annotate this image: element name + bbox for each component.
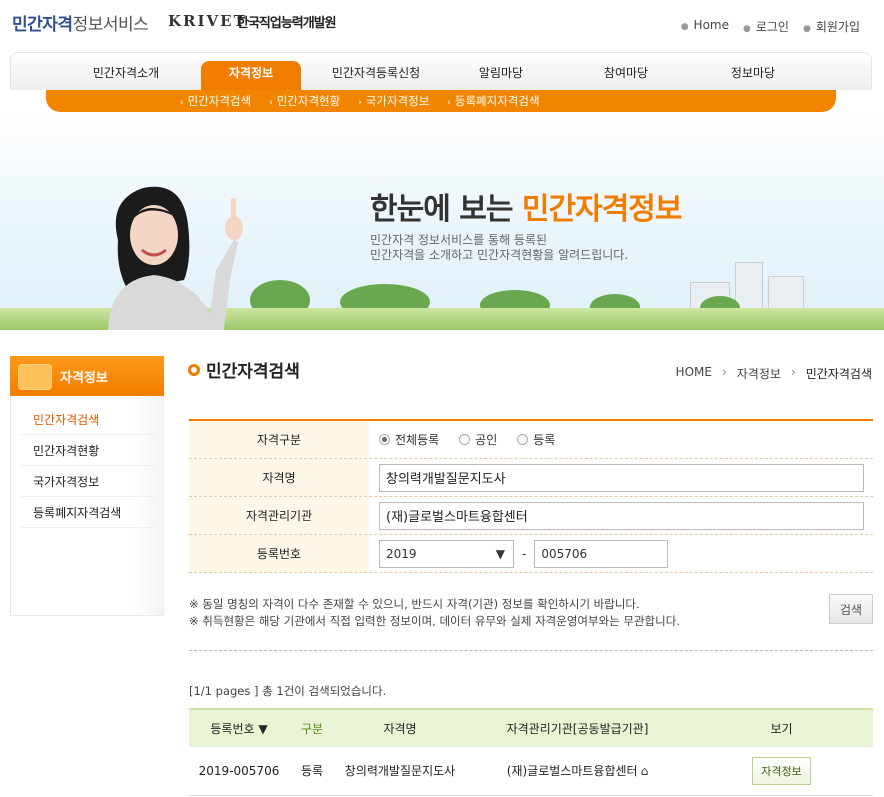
- name-label: 자격명: [189, 459, 369, 496]
- breadcrumb: HOME › 자격정보 › 민간자격검색: [676, 365, 872, 382]
- radio-accredited[interactable]: 공인: [459, 431, 497, 448]
- radio-all[interactable]: 전체등록: [379, 431, 439, 448]
- search-button[interactable]: 검색: [829, 594, 873, 624]
- cell-reg-no: 2019-005706: [189, 747, 289, 796]
- chevron-right-icon: ›: [447, 98, 451, 108]
- table-row: 2019-005706 등록 창의력개발질문지도사 (재)글로벌스마트융합센터 ⌂…: [189, 747, 873, 796]
- col-reg-no[interactable]: 등록번호 ▼: [189, 708, 289, 747]
- radio-icon: [517, 434, 529, 445]
- sidebar-item-abolished[interactable]: 등록폐지자격검색: [21, 497, 153, 528]
- cell-name[interactable]: 창의력개발질문지도사: [335, 747, 465, 796]
- org-label: 자격관리기관: [189, 497, 369, 534]
- caret-down-icon: ▼: [495, 546, 505, 561]
- subnav-item-abolished[interactable]: › 등록폐지자격검색: [447, 93, 539, 109]
- reg-label: 등록번호: [189, 535, 369, 572]
- nav-item-register[interactable]: 민간자격등록신청: [316, 64, 436, 81]
- subnav-item-national[interactable]: › 국가자격정보: [358, 93, 429, 109]
- sub-nav: › 민간자격검색 › 민간자격현황 › 국가자격정보 › 등록폐지자격검색: [46, 90, 836, 112]
- bullet-icon: ●: [742, 24, 751, 34]
- banner-title: 한눈에 보는 민간자격정보: [370, 192, 683, 227]
- org-input[interactable]: (재)글로벌스마트융합센터: [379, 501, 864, 530]
- org-name: 한국직업능력개발원: [237, 16, 337, 31]
- divider: [189, 650, 873, 651]
- util-login-link[interactable]: ● 로그인: [743, 18, 789, 35]
- home-icon[interactable]: ⌂: [641, 764, 649, 778]
- cell-view: 자격정보: [690, 747, 873, 796]
- sidebar-menu: 민간자격검색 민간자격현황 국가자격정보 등록폐지자격검색: [10, 396, 164, 616]
- util-links: ● Home ● 로그인 ● 회원가입: [681, 18, 860, 35]
- breadcrumb-qualification-info[interactable]: 자격정보: [737, 365, 781, 382]
- result-count: [1/1 pages ] 총 1건이 검색되었습니다.: [189, 684, 387, 698]
- chevron-right-icon: ›: [721, 365, 727, 379]
- woman-pointing-image: [108, 186, 243, 330]
- util-join-link[interactable]: ● 회원가입: [803, 18, 860, 35]
- search-form: 자격구분 전체등록 공인 등록 자격명 창의력개발질문지도사 자격관리기관 (재…: [189, 419, 873, 573]
- page-title: 민간자격검색: [188, 357, 300, 382]
- nav-item-participation[interactable]: 참여마당: [566, 64, 686, 81]
- col-view: 보기: [690, 708, 873, 747]
- radio-registered[interactable]: 등록: [517, 431, 555, 448]
- site-title-b: 정보서비스: [72, 15, 149, 35]
- reg-year-select[interactable]: 2019 ▼: [379, 539, 514, 568]
- chevron-right-icon: ›: [790, 365, 796, 379]
- nav-item-info[interactable]: 정보마당: [693, 64, 813, 81]
- banner-description: 민간자격 정보서비스를 통해 등록된 민간자격을 소개하고 민간자격현황을 알려…: [370, 233, 629, 262]
- hero-banner: 한눈에 보는 민간자격정보 민간자격 정보서비스를 통해 등록된 민간자격을 소…: [0, 112, 884, 330]
- chevron-right-icon: ›: [269, 98, 273, 108]
- sidebar-item-national[interactable]: 국가자격정보: [21, 466, 153, 497]
- certificate-icon: [18, 364, 52, 390]
- form-row-type: 자격구분 전체등록 공인 등록: [189, 421, 873, 459]
- results-table: 등록번호 ▼ 구분 자격명 자격관리기관[공동발급기관] 보기 2019-005…: [189, 708, 873, 796]
- subnav-item-private-status[interactable]: › 민간자격현황: [269, 93, 340, 109]
- chevron-right-icon: ›: [180, 98, 184, 108]
- reg-number-input[interactable]: 005706: [534, 539, 669, 568]
- type-label: 자격구분: [189, 421, 369, 458]
- breadcrumb-current: 민간자격검색: [805, 367, 872, 381]
- util-home-link[interactable]: ● Home: [681, 18, 729, 35]
- sidebar-item-private-search[interactable]: 민간자격검색: [21, 404, 153, 435]
- form-row-reg: 등록번호 2019 ▼ - 005706: [189, 535, 873, 573]
- radio-selected-icon: [379, 434, 390, 445]
- cell-type: 등록: [289, 747, 335, 796]
- table-header-row: 등록번호 ▼ 구분 자격명 자격관리기관[공동발급기관] 보기: [189, 708, 873, 747]
- qualification-name-input[interactable]: 창의력개발질문지도사: [379, 463, 864, 492]
- cell-org: (재)글로벌스마트융합센터 ⌂: [465, 747, 690, 796]
- bullet-icon: ●: [802, 24, 811, 34]
- krivet-logo[interactable]: KRIVET: [168, 12, 247, 30]
- sidebar-item-private-status[interactable]: 민간자격현황: [21, 435, 153, 466]
- form-row-name: 자격명 창의력개발질문지도사: [189, 459, 873, 497]
- nav-item-intro[interactable]: 민간자격소개: [66, 64, 186, 81]
- nav-item-qualification-info[interactable]: 자격정보: [191, 64, 311, 81]
- view-qualification-button[interactable]: 자격정보: [752, 756, 811, 785]
- nav-item-notice[interactable]: 알림마당: [441, 64, 561, 81]
- breadcrumb-home[interactable]: HOME: [676, 365, 712, 382]
- main-nav: 민간자격소개 자격정보 민간자격등록신청 알림마당 참여마당 정보마당: [10, 52, 872, 91]
- site-logo[interactable]: 민간자격정보서비스: [12, 10, 149, 35]
- subnav-item-private-search[interactable]: › 민간자격검색: [180, 93, 251, 109]
- col-type: 구분: [289, 708, 335, 747]
- search-notes: ※ 동일 명칭의 자격이 다수 존재할 수 있으니, 반드시 자격(기관) 정보…: [189, 597, 680, 628]
- site-title-a: 민간자격: [12, 15, 73, 35]
- chevron-right-icon: ›: [358, 98, 362, 108]
- title-bullet-icon: [188, 363, 200, 376]
- sidebar-header: 자격정보: [10, 356, 164, 396]
- sidebar: 자격정보 민간자격검색 민간자격현황 국가자격정보 등록폐지자격검색: [10, 356, 164, 616]
- site-header: 민간자격정보서비스 KRIVET 한국직업능력개발원 ● Home ● 로그인 ● 회…: [0, 0, 884, 52]
- reg-separator: -: [522, 546, 527, 561]
- form-row-org: 자격관리기관 (재)글로벌스마트융합센터: [189, 497, 873, 535]
- radio-icon: [459, 434, 471, 445]
- bullet-icon: ●: [680, 22, 689, 32]
- col-name: 자격명: [335, 708, 465, 747]
- col-org: 자격관리기관[공동발급기관]: [465, 708, 690, 747]
